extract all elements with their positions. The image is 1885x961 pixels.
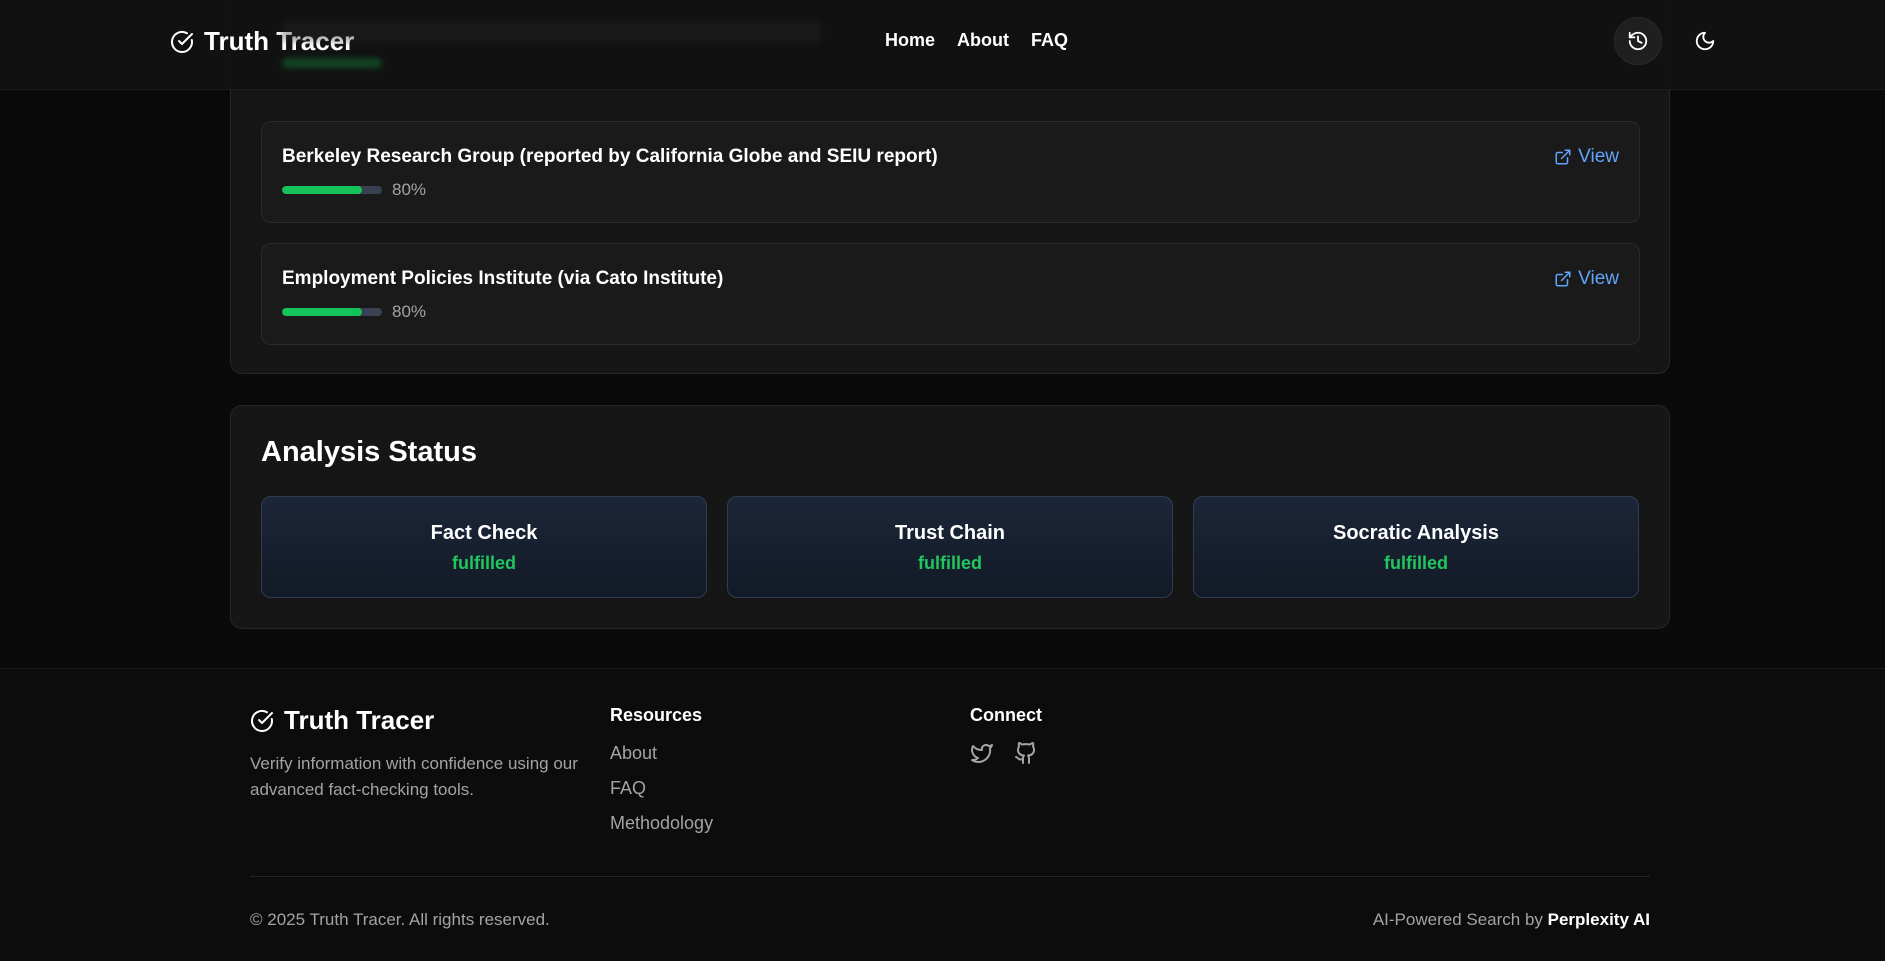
blurred-content bbox=[282, 58, 382, 68]
external-link-icon bbox=[1555, 271, 1571, 287]
check-circle-icon bbox=[251, 709, 273, 732]
check-circle-icon bbox=[171, 30, 193, 53]
main-nav: Home About FAQ bbox=[885, 30, 1068, 51]
blurred-content bbox=[282, 22, 822, 42]
resources-title: Resources bbox=[610, 705, 703, 725]
nav-faq[interactable]: FAQ bbox=[1031, 30, 1068, 51]
analysis-status-title: Analysis Status bbox=[261, 436, 477, 468]
copyright: © 2025 Truth Tracer. All rights reserved… bbox=[250, 910, 550, 929]
view-label: View bbox=[1578, 268, 1619, 289]
github-link[interactable] bbox=[1014, 741, 1040, 767]
footer-link-methodology[interactable]: Methodology bbox=[610, 813, 713, 834]
moon-icon bbox=[1695, 31, 1715, 51]
powered-prefix: AI-Powered Search by bbox=[1372, 910, 1548, 929]
source-title: Employment Policies Institute (via Cato … bbox=[282, 268, 724, 289]
view-source-link[interactable]: View bbox=[1554, 146, 1619, 168]
twitter-link[interactable] bbox=[970, 741, 996, 767]
status-name: Trust Chain bbox=[894, 522, 1005, 544]
external-link-icon bbox=[1555, 149, 1571, 165]
status-state: fulfilled bbox=[1384, 553, 1448, 573]
history-button[interactable] bbox=[1614, 17, 1662, 65]
view-source-link[interactable]: View bbox=[1554, 268, 1619, 290]
confidence-label: 80% bbox=[392, 180, 427, 199]
history-icon bbox=[1628, 31, 1648, 51]
status-card-socratic-analysis: Socratic Analysis fulfilled bbox=[1193, 496, 1639, 598]
status-card-trust-chain: Trust Chain fulfilled bbox=[727, 496, 1173, 598]
confidence-bar-fill bbox=[282, 186, 362, 194]
footer-divider bbox=[250, 876, 1650, 877]
status-state: fulfilled bbox=[918, 553, 982, 573]
nav-about[interactable]: About bbox=[957, 30, 1009, 51]
footer-link-about[interactable]: About bbox=[610, 743, 657, 764]
confidence-bar bbox=[282, 186, 382, 194]
footer-link-faq[interactable]: FAQ bbox=[610, 778, 646, 799]
footer-brand: Truth Tracer bbox=[250, 705, 434, 736]
confidence-bar-fill bbox=[282, 308, 362, 316]
twitter-icon bbox=[971, 744, 993, 763]
status-state: fulfilled bbox=[452, 553, 516, 573]
analysis-status-panel: Analysis Status Fact Check fulfilled Tru… bbox=[230, 405, 1670, 629]
source-item: Employment Policies Institute (via Cato … bbox=[261, 243, 1640, 345]
view-label: View bbox=[1578, 146, 1619, 167]
footer-brand-name: Truth Tracer bbox=[284, 705, 435, 735]
footer: Truth Tracer Verify information with con… bbox=[0, 668, 1885, 961]
github-icon bbox=[1015, 742, 1036, 764]
connect-title: Connect bbox=[970, 705, 1042, 725]
confidence-bar bbox=[282, 308, 382, 316]
page: Berkeley Research Group (reported by Cal… bbox=[0, 0, 1885, 961]
source-title: Berkeley Research Group (reported by Cal… bbox=[282, 146, 938, 167]
footer-description: Verify information with confidence using… bbox=[250, 754, 578, 799]
status-card-fact-check: Fact Check fulfilled bbox=[261, 496, 707, 598]
nav-home[interactable]: Home bbox=[885, 30, 935, 51]
powered-brand: Perplexity AI bbox=[1547, 910, 1650, 929]
powered-by: AI-Powered Search by Perplexity AI bbox=[1373, 910, 1650, 930]
source-item: Berkeley Research Group (reported by Cal… bbox=[261, 121, 1640, 223]
status-name: Socratic Analysis bbox=[1332, 522, 1499, 544]
confidence-label: 80% bbox=[392, 302, 427, 321]
theme-toggle-button[interactable] bbox=[1681, 17, 1729, 65]
status-name: Fact Check bbox=[430, 522, 538, 544]
header: Truth Tracer Home About FAQ bbox=[0, 0, 1885, 90]
